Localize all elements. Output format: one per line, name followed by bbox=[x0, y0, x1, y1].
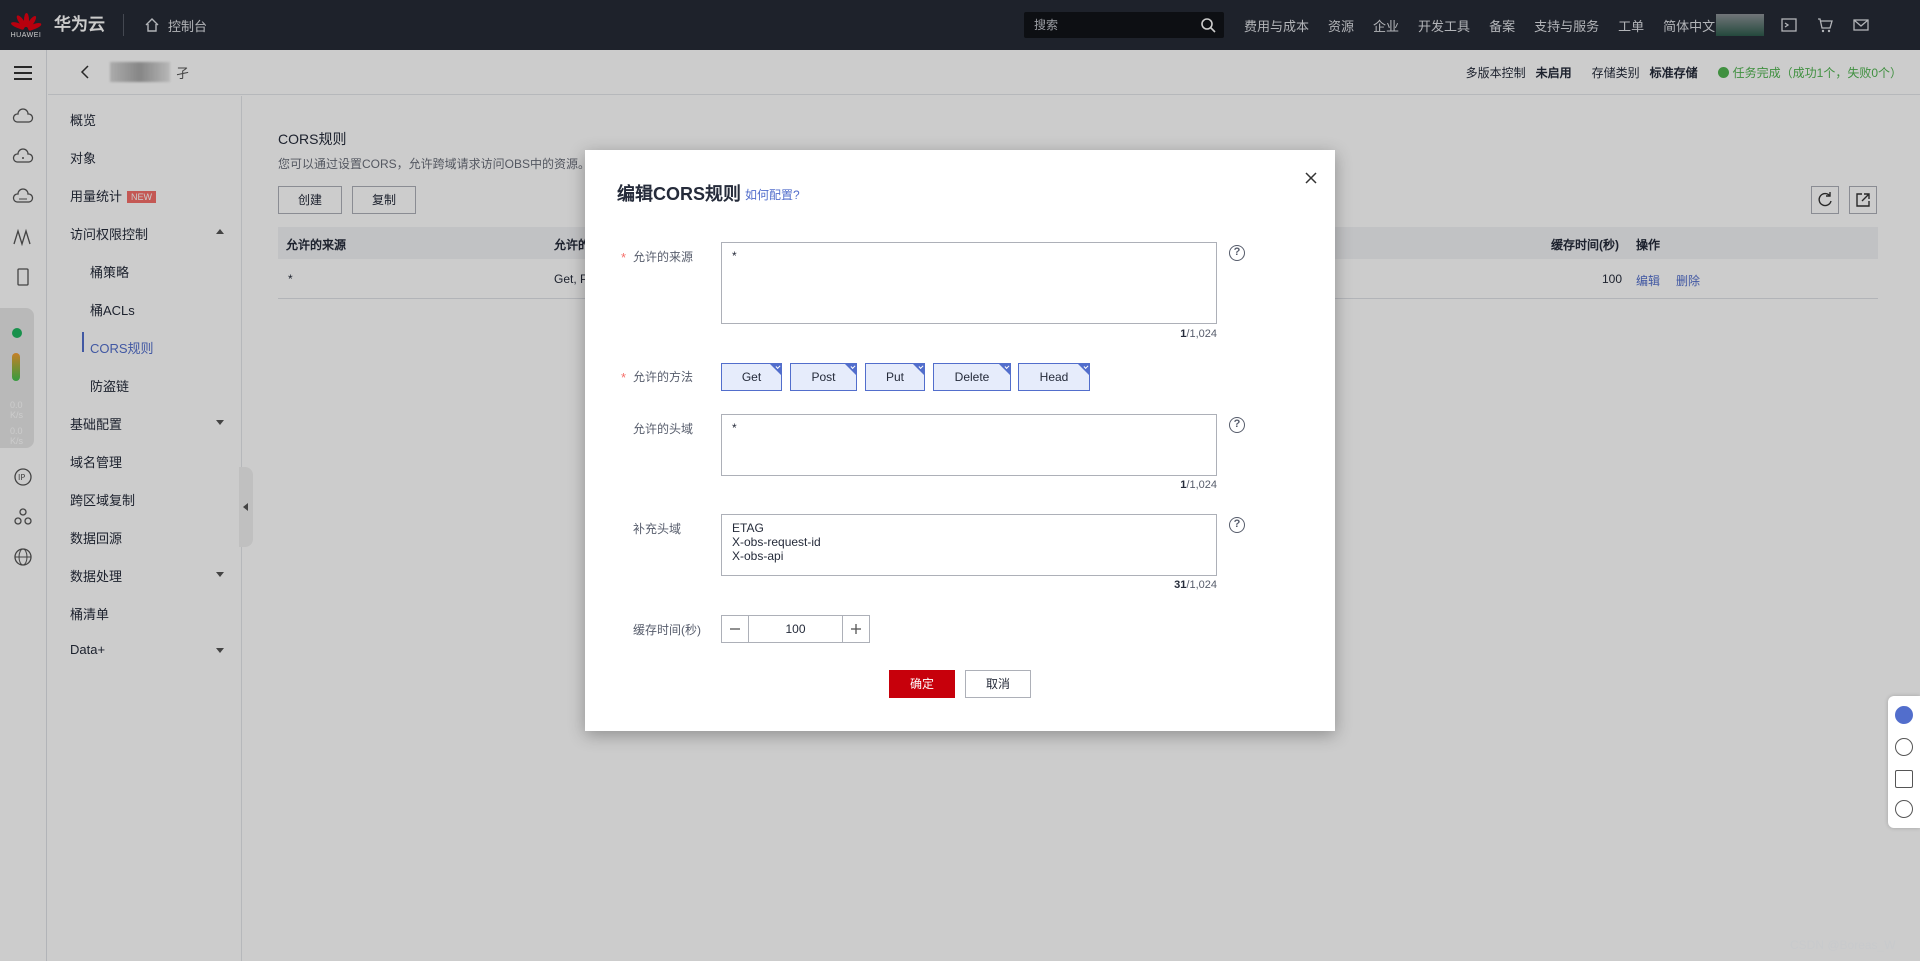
question-icon[interactable]: ? bbox=[1229, 245, 1245, 261]
close-icon[interactable] bbox=[1303, 170, 1319, 186]
smiley-icon[interactable] bbox=[1895, 800, 1913, 818]
increment-button[interactable] bbox=[843, 616, 869, 642]
watermark: CSDN @Boreas_W bbox=[1790, 938, 1896, 952]
expose-headers-count: 31 bbox=[1174, 579, 1187, 591]
check-icon bbox=[1004, 364, 1010, 369]
method-get[interactable]: Get bbox=[721, 363, 782, 391]
check-icon bbox=[1083, 364, 1089, 369]
customer-service-icon[interactable] bbox=[1895, 706, 1913, 724]
plus-icon bbox=[851, 624, 861, 634]
expose-headers-label: 补充头域 bbox=[633, 522, 682, 536]
confirm-button[interactable]: 确定 bbox=[889, 670, 955, 698]
method-head[interactable]: Head bbox=[1018, 363, 1090, 391]
feedback-icon[interactable] bbox=[1895, 770, 1913, 788]
help-icon[interactable] bbox=[1895, 738, 1913, 756]
max-count: /1,024 bbox=[1186, 579, 1217, 591]
allowed-headers-label: 允许的头域 bbox=[633, 422, 694, 436]
required-mark: * bbox=[621, 250, 627, 265]
allowed-methods-label: 允许的方法 bbox=[633, 370, 694, 384]
max-count: /1,024 bbox=[1186, 328, 1217, 340]
max-count: /1,024 bbox=[1186, 479, 1217, 491]
expose-headers-counter: 31/1,024 bbox=[1117, 579, 1217, 591]
expose-headers-textarea[interactable]: ETAG X-obs-request-id X-obs-api bbox=[721, 514, 1217, 576]
method-put[interactable]: Put bbox=[865, 363, 925, 391]
method-delete-label: Delete bbox=[954, 370, 990, 384]
help-toolbar bbox=[1888, 696, 1920, 828]
how-to-configure-link[interactable]: 如何配置? bbox=[745, 186, 800, 203]
dialog-title: 编辑CORS规则 bbox=[617, 184, 742, 204]
check-icon bbox=[850, 364, 856, 369]
allowed-origin-textarea[interactable]: * bbox=[721, 242, 1217, 324]
required-mark: * bbox=[621, 370, 627, 385]
method-delete[interactable]: Delete bbox=[933, 363, 1011, 391]
allowed-origin-counter: 1/1,024 bbox=[1117, 328, 1217, 340]
question-icon[interactable]: ? bbox=[1229, 517, 1245, 533]
method-put-label: Put bbox=[885, 370, 904, 384]
question-icon[interactable]: ? bbox=[1229, 417, 1245, 433]
cache-time-stepper: 100 bbox=[721, 615, 870, 643]
allowed-headers-counter: 1/1,024 bbox=[1117, 479, 1217, 491]
method-post-label: Post bbox=[811, 370, 836, 384]
decrement-button[interactable] bbox=[722, 616, 748, 642]
allowed-origin-label: 允许的来源 bbox=[633, 250, 694, 264]
check-icon bbox=[918, 364, 924, 369]
cache-time-label: 缓存时间(秒) bbox=[633, 623, 701, 637]
edit-cors-dialog: 编辑CORS规则 如何配置? * 允许的来源 * ? 1/1,024 * 允许的… bbox=[585, 150, 1335, 731]
method-head-label: Head bbox=[1039, 370, 1069, 384]
minus-icon bbox=[730, 628, 740, 630]
check-icon bbox=[775, 364, 781, 369]
method-get-label: Get bbox=[741, 370, 762, 384]
cancel-button[interactable]: 取消 bbox=[965, 670, 1031, 698]
method-post[interactable]: Post bbox=[790, 363, 857, 391]
allowed-headers-textarea[interactable]: * bbox=[721, 414, 1217, 476]
cache-time-input[interactable]: 100 bbox=[748, 616, 843, 642]
